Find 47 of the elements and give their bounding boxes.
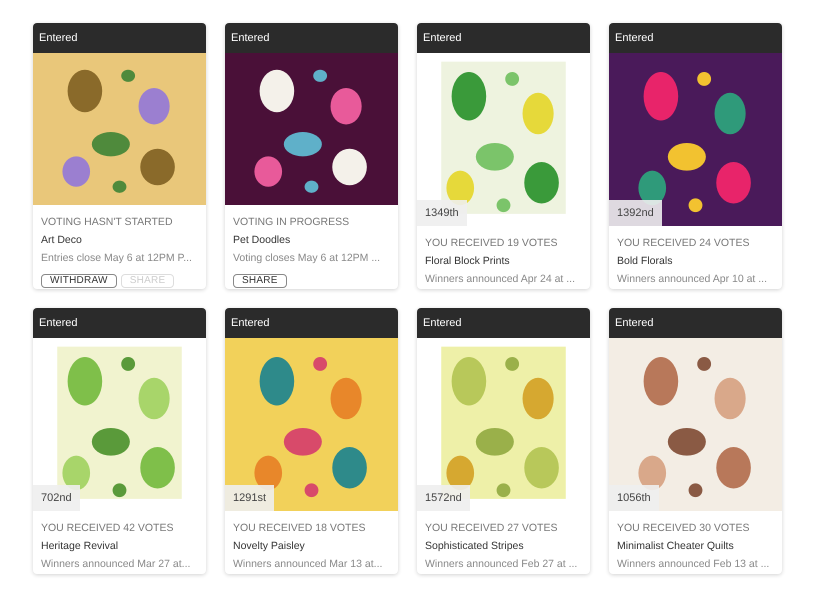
status-label: VOTING HASN'T STARTED	[41, 215, 174, 230]
entry-title: Pet Doodles	[233, 232, 292, 248]
entry-note: Winners announced Mar 13 at...	[233, 556, 384, 572]
entry-note: Entries close May 6 at 12PM P...	[41, 250, 193, 266]
entry-note: Winners announced Feb 27 at ...	[425, 556, 578, 572]
entry-title: Heritage Revival	[41, 538, 120, 554]
rank-label: 1291st	[225, 484, 274, 511]
entry-button[interactable]: SHARE	[233, 274, 287, 288]
entered-label: Entered	[231, 30, 270, 46]
entry-note: Winners announced Feb 13 at ...	[617, 556, 770, 572]
entered-label: Entered	[615, 30, 654, 46]
status-label: VOTING IN PROGRESS	[233, 215, 350, 230]
entry-title: Minimalist Cheater Quilts	[617, 538, 735, 554]
entered-label: Entered	[231, 316, 270, 331]
entry-card[interactable]: Entered 1349th YOU RECEIVED 19 VOTES Floral Block Prints Winners announced Apr 24 at ...	[417, 23, 590, 289]
entry-card[interactable]: Entered 702nd YOU RECEIVED 42 VOTES Heritage Revival Winners announced Mar 27 at...	[33, 308, 206, 574]
rank-label: 702nd	[33, 484, 80, 511]
entry-note: Winners announced Apr 24 at ...	[425, 272, 576, 286]
entered-label: Entered	[39, 316, 78, 331]
entry-card[interactable]: Entered 1392nd YOU RECEIVED 24 VOTES Bold Florals Winners announced Apr 10 at ...	[609, 23, 782, 289]
entry-note: Winners announced Apr 10 at ...	[617, 272, 768, 286]
status-label: YOU RECEIVED 30 VOTES	[617, 521, 750, 536]
status-label: YOU RECEIVED 24 VOTES	[617, 236, 750, 251]
status-label: YOU RECEIVED 19 VOTES	[425, 236, 558, 251]
rank-label: 1349th	[417, 200, 467, 226]
rank-label: 1572nd	[417, 484, 470, 511]
entry-note: Voting closes May 6 at 12PM ...	[233, 250, 382, 266]
entry-title: Novelty Paisley	[233, 538, 306, 554]
entry-title: Sophisticated Stripes	[425, 538, 525, 554]
entry-card[interactable]: Entered 1572nd YOU RECEIVED 27 VOTES Sophisticated Stripes Winners announced Feb 27 at ...	[417, 308, 590, 574]
entered-label: Entered	[423, 316, 462, 331]
status-label: YOU RECEIVED 27 VOTES	[425, 521, 558, 536]
entered-label: Entered	[423, 30, 462, 46]
entry-note: Winners announced Mar 27 at...	[41, 556, 192, 572]
entered-label: Entered	[615, 316, 654, 331]
entry-card[interactable]: Entered VOTING IN PROGRESS Pet Doodles Voting closes May 6 at 12PM ... SHARE	[225, 23, 398, 289]
entry-title: Floral Block Prints	[425, 254, 511, 269]
entry-button[interactable]: WITHDRAW	[41, 274, 117, 288]
status-label: YOU RECEIVED 42 VOTES	[41, 521, 174, 536]
entry-card[interactable]: Entered 1056th YOU RECEIVED 30 VOTES Minimalist Cheater Quilts Winners announced Feb 13 at ...	[609, 308, 782, 574]
rank-label: 1392nd	[609, 200, 662, 226]
entry-title: Bold Florals	[617, 254, 674, 269]
rank-label: 1056th	[609, 484, 659, 511]
entry-card[interactable]: Entered 1291st YOU RECEIVED 18 VOTES Novelty Paisley Winners announced Mar 13 at...	[225, 308, 398, 574]
entry-title: Art Deco	[41, 232, 83, 248]
entered-label: Entered	[39, 30, 78, 46]
status-label: YOU RECEIVED 18 VOTES	[233, 521, 366, 536]
